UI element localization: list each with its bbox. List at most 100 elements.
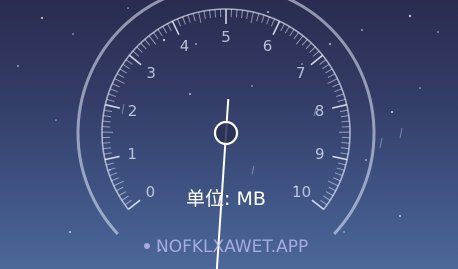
watermark: NOFKLXAWET.APP [144, 236, 308, 258]
gauge-minor-tick [167, 23, 172, 31]
gauge-minor-tick [322, 63, 330, 70]
gauge-minor-tick [121, 195, 129, 201]
gauge-minor-tick [301, 39, 308, 46]
gauge-minor-tick [295, 35, 304, 45]
gauge-minor-tick [340, 152, 349, 155]
gauge-minor-tick [104, 109, 113, 113]
gauge-minor-tick [339, 109, 348, 113]
gauge-minor-tick [119, 68, 127, 74]
gauge-minor-tick [108, 93, 117, 98]
gauge-minor-tick [132, 50, 140, 57]
gauge-minor-tick [144, 39, 151, 46]
gauge-minor-tick [182, 16, 186, 25]
gauge-minor-tick [136, 46, 143, 53]
gauge-minor-tick [336, 167, 345, 171]
gauge-minor-tick [327, 78, 338, 84]
gauge-scale-label: 1 [127, 144, 137, 163]
gauge-minor-tick [140, 42, 147, 50]
gauge-minor-tick [334, 172, 343, 177]
gauge-minor-tick [235, 9, 238, 18]
gauge-minor-tick [177, 18, 182, 27]
gauge-minor-tick [103, 115, 112, 118]
gauge-minor-tick [332, 177, 341, 182]
gauge-minor-tick [124, 199, 132, 206]
gauge-minor-tick [109, 88, 118, 93]
gauge-minor-tick [116, 186, 124, 192]
gauge-minor-tick [250, 11, 254, 23]
gauge-minor-tick [340, 115, 349, 118]
watermark-dot-icon [144, 242, 150, 249]
gauge-minor-tick [280, 23, 285, 31]
gauge-major-tick [171, 20, 180, 36]
gauge-minor-tick [106, 98, 115, 102]
gauge-minor-tick [293, 32, 300, 40]
gauge-scale-label: 7 [296, 63, 306, 82]
gauge-needle-hub [213, 120, 239, 146]
gauge-minor-tick [289, 29, 295, 37]
gauge-minor-tick [335, 93, 344, 98]
gauge-minor-tick [319, 59, 327, 65]
gauge-minor-tick [270, 18, 275, 27]
gauge-minor-tick [152, 32, 159, 40]
gauge-scale-label: 4 [179, 37, 190, 56]
gauge-minor-tick [337, 98, 346, 102]
gauge-minor-tick [266, 16, 270, 25]
gauge-minor-tick [192, 13, 196, 22]
gauge-minor-tick [102, 147, 112, 150]
gauge-minor-tick [312, 50, 320, 57]
gauge-minor-tick [198, 11, 202, 23]
gauge-minor-tick [332, 83, 340, 88]
gauge-minor-tick [208, 10, 211, 19]
gauge-major-tick [272, 20, 281, 36]
gauge-minor-tick [114, 78, 125, 84]
gauge-minor-tick [125, 59, 133, 65]
gauge-scale-label: 3 [146, 63, 156, 82]
gauge-scale-label: 5 [221, 28, 231, 46]
gauge-minor-tick [157, 29, 163, 37]
gauge-minor-tick [246, 10, 249, 19]
gauge-scale-label: 10 [292, 183, 312, 202]
gauge-minor-tick [112, 83, 120, 88]
gauge-scale-label: 6 [262, 37, 273, 56]
gauge-scale-label: 2 [127, 102, 138, 121]
watermark-text: NOFKLXAWET.APP [156, 237, 309, 257]
gauge-minor-tick [111, 177, 120, 182]
speed-test-screen: 0 1 2 3 4 5 6 7 8 9 10 单位: MB NOFKLXAWET.APP [0, 0, 458, 269]
gauge-minor-tick [334, 88, 343, 93]
gauge-minor-tick [241, 10, 244, 19]
gauge-minor-tick [106, 162, 115, 166]
gauge-minor-tick [284, 26, 290, 34]
gauge-minor-tick [203, 10, 206, 19]
gauge-minor-tick [122, 63, 130, 70]
gauge-minor-tick [113, 180, 124, 187]
gauge-minor-tick [309, 46, 316, 53]
gauge-minor-tick [109, 172, 118, 177]
gauge-minor-tick [214, 9, 217, 18]
gauge-minor-tick [187, 14, 191, 23]
gauge-minor-tick [341, 142, 350, 144]
gauge-minor-tick [328, 186, 336, 192]
gauge-minor-tick [325, 68, 333, 74]
gauge-scale-label: 8 [314, 102, 325, 121]
gauge-scale-label: 9 [315, 144, 325, 163]
gauge-minor-tick [103, 152, 112, 155]
unit-label: 单位: MB [186, 188, 266, 210]
gauge-minor-tick [340, 147, 350, 150]
gauge-minor-tick [261, 14, 265, 23]
gauge-minor-tick [328, 180, 339, 187]
gauge-minor-tick [102, 120, 111, 123]
gauge-minor-tick [148, 35, 157, 45]
gauge-scale-label: 0 [145, 183, 156, 202]
gauge-minor-tick [341, 120, 350, 123]
gauge-minor-tick [107, 167, 116, 171]
gauge-minor-tick [116, 73, 125, 78]
gauge-minor-tick [323, 195, 331, 201]
gauge-minor-tick [325, 191, 334, 197]
gauge-minor-tick [320, 199, 328, 206]
gauge-minor-tick [327, 73, 336, 78]
gauge-minor-tick [256, 13, 260, 22]
gauge-minor-tick [305, 42, 312, 50]
gauge-minor-tick [102, 142, 111, 144]
gauge-minor-tick [162, 26, 168, 34]
gauge-minor-tick [337, 162, 346, 166]
